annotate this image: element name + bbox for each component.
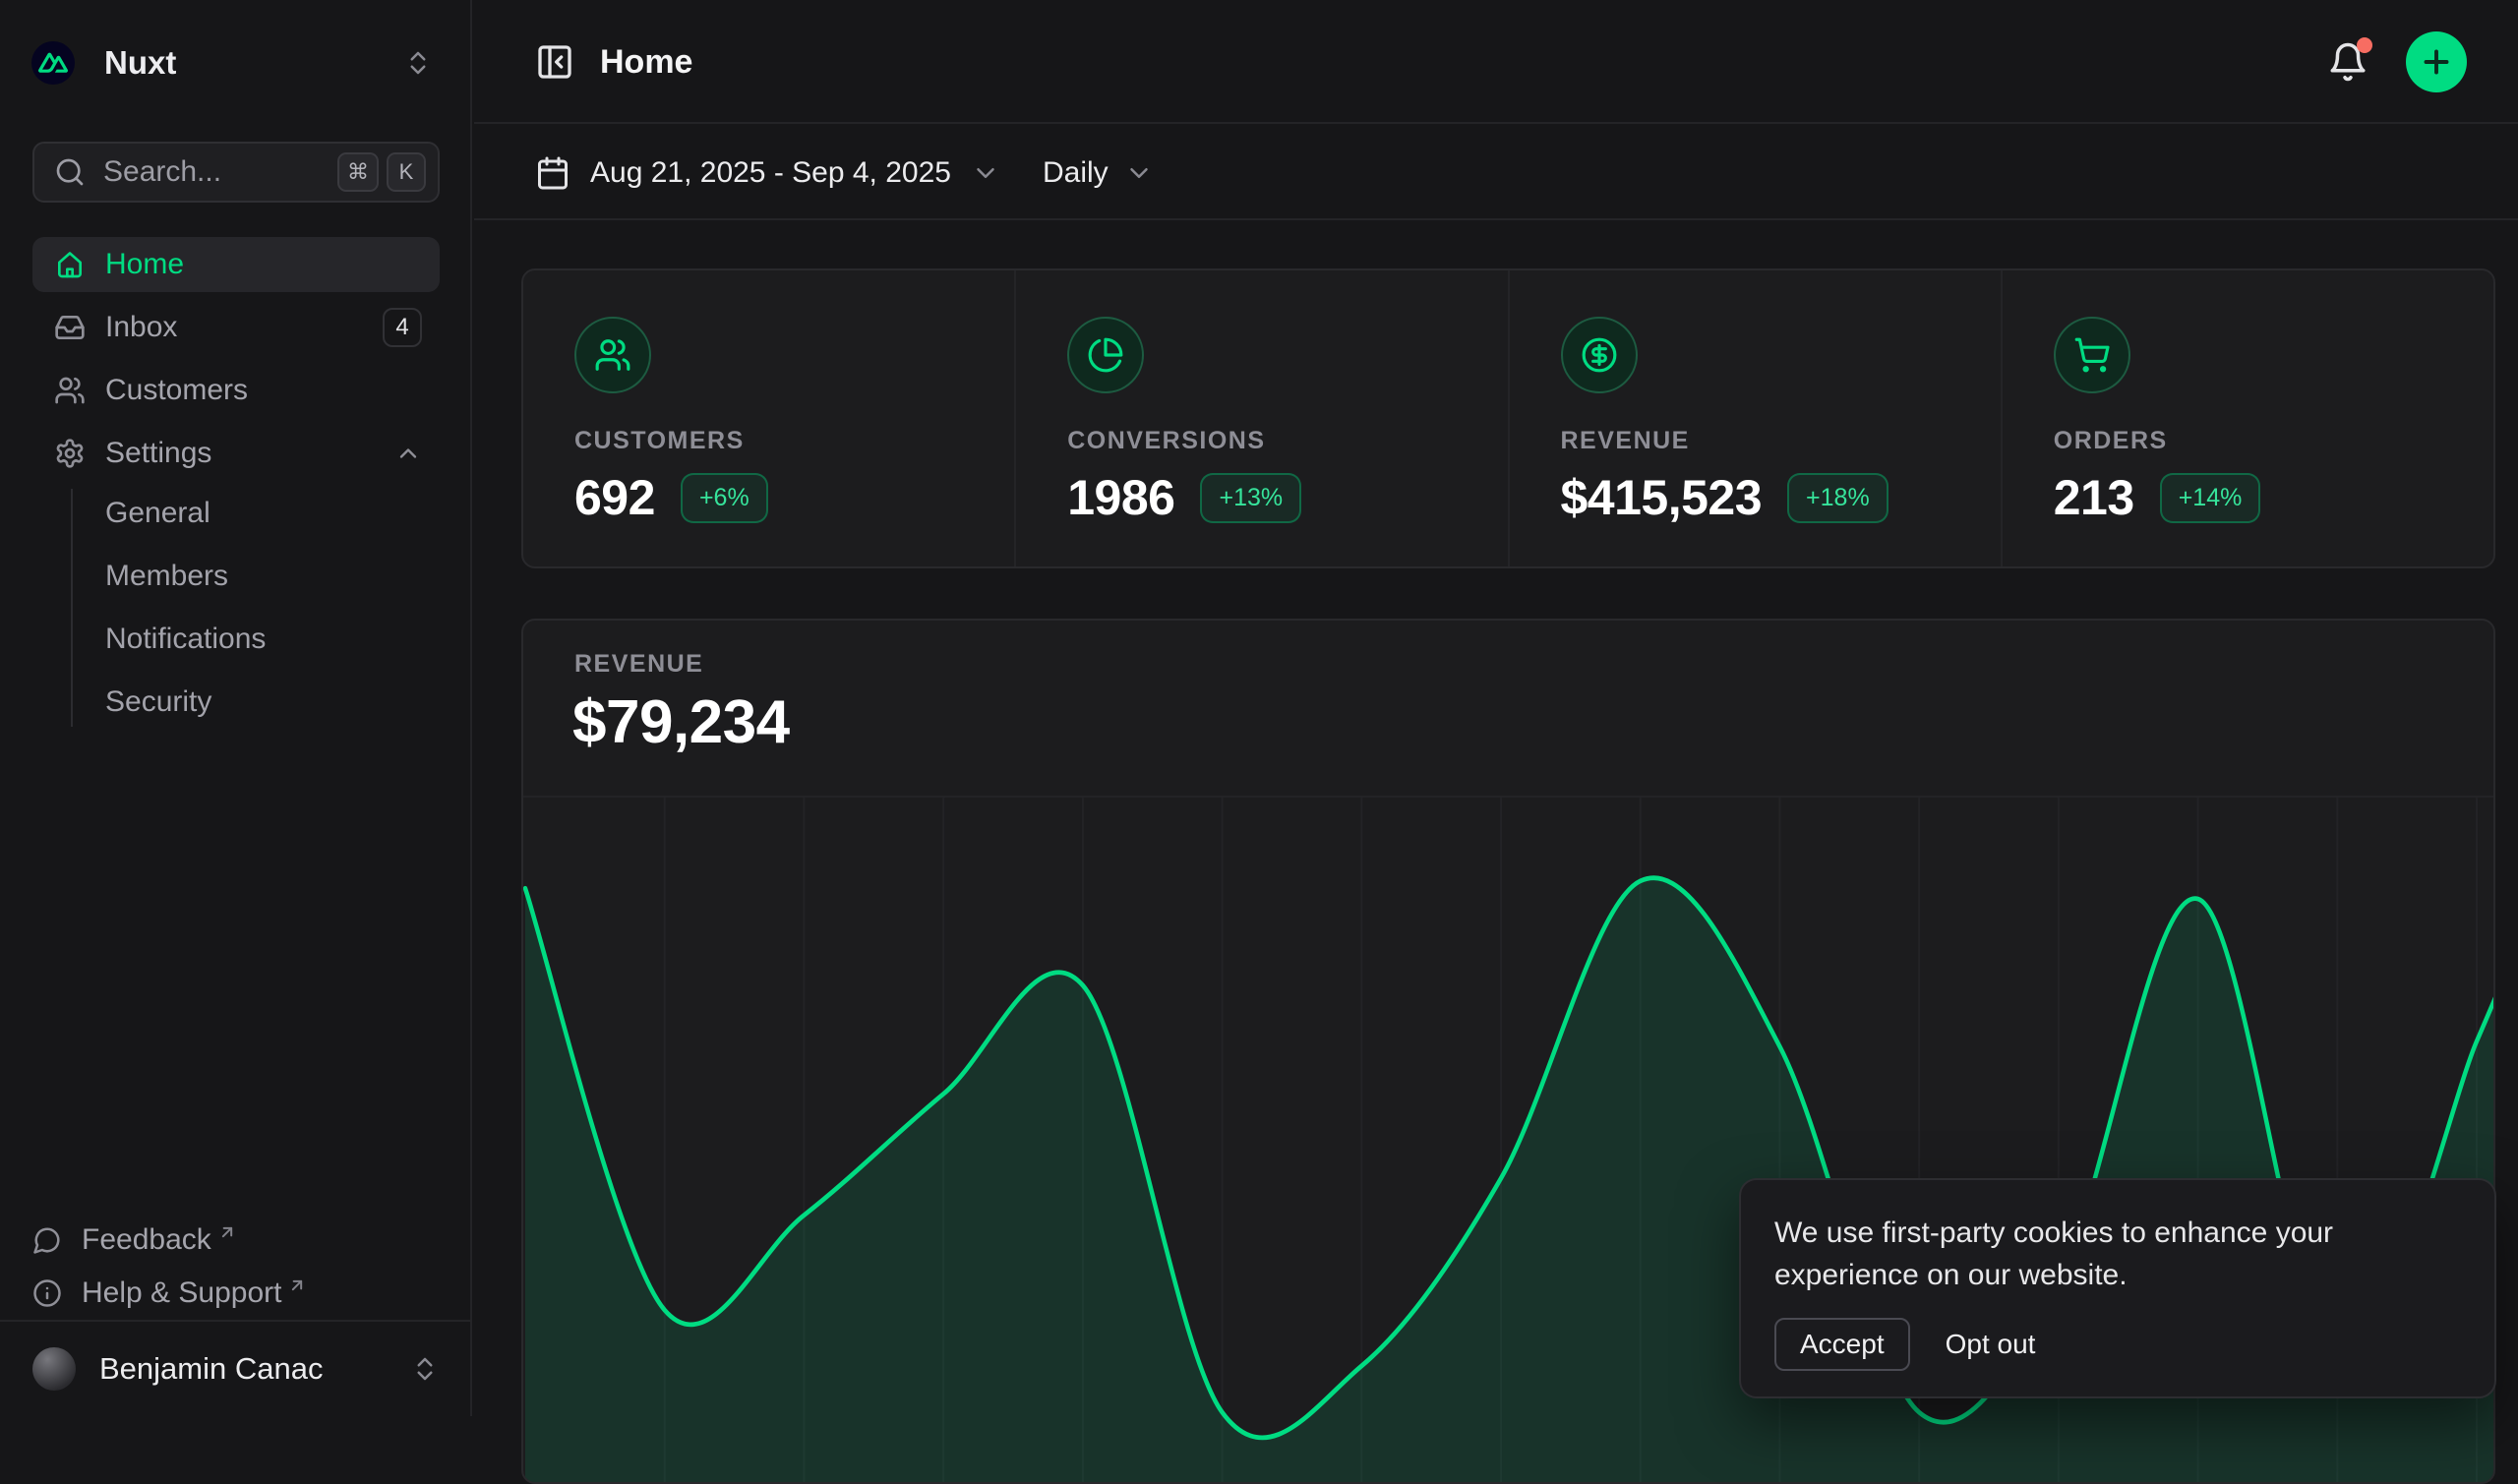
sidebar-subitem-security[interactable]: Security: [105, 678, 440, 727]
user-name: Benjamin Canac: [99, 1351, 323, 1387]
sidebar-item-label: Settings: [105, 437, 211, 470]
sidebar-item-inbox[interactable]: Inbox 4: [32, 300, 440, 355]
stat-revenue[interactable]: REVENUE $415,523 +18%: [1508, 270, 2001, 566]
sidebar-item-feedback[interactable]: Feedback: [32, 1214, 440, 1267]
granularity-select[interactable]: Daily: [1043, 126, 1154, 220]
page-title: Home: [600, 43, 692, 82]
opt-out-button[interactable]: Opt out: [1946, 1329, 2036, 1360]
stat-delta-badge: +18%: [1787, 473, 1888, 523]
chart-total-value: $79,234: [572, 687, 790, 757]
accept-button[interactable]: Accept: [1774, 1318, 1910, 1371]
date-range-picker[interactable]: Aug 21, 2025 - Sep 4, 2025: [535, 126, 1000, 220]
stat-value: 213: [2054, 469, 2134, 526]
stat-delta-badge: +13%: [1200, 473, 1301, 523]
sidebar-item-label: Home: [105, 248, 184, 281]
dollar-circle-icon: [1581, 336, 1618, 374]
stat-value: 692: [574, 469, 655, 526]
sidebar-item-label: Help & Support: [82, 1276, 281, 1310]
chevron-up-down-icon: [403, 48, 433, 78]
stat-delta-badge: +6%: [681, 473, 768, 523]
users-icon: [54, 375, 86, 406]
add-button[interactable]: [2406, 31, 2467, 92]
arrow-up-right-icon: [217, 1222, 237, 1242]
filter-toolbar: Aug 21, 2025 - Sep 4, 2025 Daily: [474, 126, 2518, 220]
plus-icon: [2419, 44, 2454, 80]
sidebar-item-help-support[interactable]: Help & Support: [32, 1267, 440, 1320]
sidebar-item-label: Feedback: [82, 1223, 211, 1257]
pie-chart-icon: [1087, 336, 1124, 374]
stat-value: 1986: [1067, 469, 1174, 526]
info-icon: [32, 1278, 62, 1308]
stat-label: ORDERS: [2054, 427, 2493, 455]
sidebar-subitem-general[interactable]: General: [105, 489, 440, 538]
stat-value: $415,523: [1561, 469, 1763, 526]
user-menu[interactable]: Benjamin Canac: [32, 1334, 440, 1404]
chevron-down-icon: [1124, 158, 1154, 188]
settings-subnav: General Members Notifications Security: [71, 489, 440, 727]
gear-icon: [54, 438, 86, 469]
sidebar-item-label: Inbox: [105, 311, 177, 344]
kbd-cmd: ⌘: [337, 152, 379, 192]
stats-card: CUSTOMERS 692 +6% CONVERSIONS 1986 +13% …: [521, 268, 2495, 568]
stat-delta-badge: +14%: [2160, 473, 2261, 523]
home-icon: [54, 249, 86, 280]
stat-customers[interactable]: CUSTOMERS 692 +6%: [523, 270, 1014, 566]
chevron-down-icon: [971, 158, 1000, 188]
message-circle-icon: [32, 1225, 62, 1255]
notifications-button[interactable]: [2327, 41, 2368, 83]
stat-label: CONVERSIONS: [1067, 427, 1507, 455]
shopping-cart-icon: [2073, 336, 2111, 374]
workspace-switcher[interactable]: Nuxt: [31, 33, 433, 92]
nuxt-logo-icon: [31, 41, 75, 85]
stat-label: REVENUE: [1561, 427, 2001, 455]
granularity-label: Daily: [1043, 156, 1109, 190]
collapse-sidebar-button[interactable]: [535, 42, 574, 82]
kbd-k: K: [387, 152, 426, 192]
stat-label: CUSTOMERS: [574, 427, 1014, 455]
search-input[interactable]: [103, 155, 330, 189]
stat-orders[interactable]: ORDERS 213 +14%: [2001, 270, 2493, 566]
inbox-icon: [54, 312, 86, 343]
sidebar-nav: Home Inbox 4 Customers Settings General …: [32, 237, 440, 741]
cookie-message: We use first-party cookies to enhance yo…: [1774, 1212, 2461, 1296]
calendar-icon: [535, 155, 570, 191]
inbox-count-badge: 4: [383, 308, 422, 347]
cookie-banner: We use first-party cookies to enhance yo…: [1739, 1178, 2496, 1398]
search-icon: [54, 156, 86, 188]
sidebar-subitem-notifications[interactable]: Notifications: [105, 615, 440, 664]
sidebar-divider: [0, 1320, 470, 1322]
sidebar-footer: Feedback Help & Support: [32, 1214, 440, 1320]
search-box[interactable]: ⌘ K: [32, 142, 440, 203]
page-header: Home: [474, 0, 2518, 124]
stat-conversions[interactable]: CONVERSIONS 1986 +13%: [1014, 270, 1507, 566]
chevron-up-icon: [394, 440, 422, 467]
sidebar: Nuxt ⌘ K Home Inbox 4 Customers Settings: [0, 0, 472, 1416]
sidebar-item-settings[interactable]: Settings: [32, 426, 440, 481]
sidebar-subitem-members[interactable]: Members: [105, 552, 440, 601]
notification-dot: [2357, 37, 2372, 53]
arrow-up-right-icon: [287, 1276, 307, 1295]
sidebar-item-label: Customers: [105, 374, 248, 407]
avatar: [32, 1347, 76, 1391]
workspace-name: Nuxt: [104, 44, 176, 82]
sidebar-item-customers[interactable]: Customers: [32, 363, 440, 418]
panel-left-close-icon: [535, 42, 574, 82]
date-range-label: Aug 21, 2025 - Sep 4, 2025: [590, 156, 951, 190]
chevron-up-down-icon: [410, 1354, 440, 1384]
sidebar-item-home[interactable]: Home: [32, 237, 440, 292]
users-icon: [594, 336, 631, 374]
chart-title: REVENUE: [574, 650, 703, 679]
